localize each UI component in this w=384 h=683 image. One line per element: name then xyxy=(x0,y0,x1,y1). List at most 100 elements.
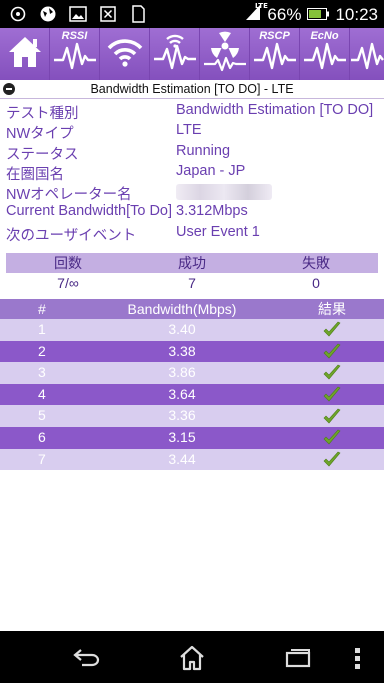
clock: 10:23 xyxy=(335,4,378,24)
check-icon xyxy=(323,321,341,337)
info-key: 次のユーザイベント xyxy=(6,227,137,244)
notification-icons xyxy=(8,4,148,24)
info-key: 在圏国名 xyxy=(6,166,64,183)
info-value: Bandwidth Estimation [TO DO] xyxy=(176,102,374,118)
row-bandwidth: 3.15 xyxy=(168,428,196,445)
wifi-wave-button[interactable] xyxy=(150,28,200,80)
status-bar: LTE 66% 10:23 xyxy=(0,0,384,28)
menu-button[interactable] xyxy=(348,645,368,671)
rssi-button[interactable]: RSSI xyxy=(50,28,100,80)
summary-value: 0 xyxy=(312,275,320,291)
results-header: # Bandwidth(Mbps) 結果 xyxy=(0,299,384,319)
more-wave-icon xyxy=(350,32,384,76)
wifi-button[interactable] xyxy=(100,28,150,80)
info-key: ステータス xyxy=(6,146,79,163)
info-value: Running xyxy=(176,142,231,159)
home-icon xyxy=(7,35,43,73)
check-icon xyxy=(323,386,341,402)
wifi-icon xyxy=(106,37,144,71)
info-value: 3.312Mbps xyxy=(176,203,248,220)
info-row: 在圏国名 Japan - JP xyxy=(0,162,384,183)
header-bandwidth: Bandwidth(Mbps) xyxy=(127,301,237,317)
summary-header: 成功 xyxy=(178,255,206,271)
row-bandwidth: 3.36 xyxy=(168,407,196,424)
table-row: 5 3.36 xyxy=(0,405,384,427)
row-result xyxy=(280,341,384,363)
notification-circle-icon xyxy=(8,4,28,24)
results-table: # Bandwidth(Mbps) 結果 1 3.40 2 3.38 3 3.86 4 3.6… xyxy=(0,299,384,471)
info-table: テスト種別 Bandwidth Estimation [TO DO] NWタイプ… xyxy=(0,101,384,244)
home-nav-icon xyxy=(180,645,204,671)
row-bandwidth: 3.38 xyxy=(168,342,196,359)
info-key: テスト種別 xyxy=(6,106,79,122)
table-row: 1 3.40 xyxy=(0,319,384,341)
info-value: User Event 1 xyxy=(176,223,260,240)
signal-icon xyxy=(245,3,261,26)
info-row: Current Bandwidth[To Do] 3.312Mbps xyxy=(0,202,384,222)
info-row: 次のユーザイベント User Event 1 xyxy=(0,223,384,244)
info-row: ステータス Running xyxy=(0,142,384,163)
info-row: NWオペレーター名 xyxy=(0,182,384,204)
info-row: NWタイプ LTE xyxy=(0,121,384,143)
recent-apps-icon xyxy=(285,649,311,668)
info-value: Japan - JP xyxy=(176,162,246,179)
table-row: 4 3.64 xyxy=(0,383,384,406)
toolbar: RSSI RSCP EcNo xyxy=(0,28,384,80)
row-number: 7 xyxy=(38,450,46,467)
navigation-bar xyxy=(0,631,384,683)
info-key: NWオペレーター名 xyxy=(6,187,132,204)
radiation-button[interactable] xyxy=(200,28,250,80)
check-icon xyxy=(323,429,341,445)
more-button[interactable] xyxy=(350,28,384,80)
row-number: 6 xyxy=(38,428,46,445)
row-number: 1 xyxy=(38,321,46,337)
recent-apps-button[interactable] xyxy=(284,645,312,671)
row-number: 4 xyxy=(38,385,46,402)
row-number: 2 xyxy=(38,342,46,359)
row-result xyxy=(280,405,384,427)
row-result xyxy=(280,427,384,449)
image-icon xyxy=(68,4,88,24)
row-bandwidth: 3.64 xyxy=(168,385,196,402)
check-icon xyxy=(323,408,341,424)
table-row: 7 3.44 xyxy=(0,448,384,471)
title-bar: Bandwidth Estimation [TO DO] - LTE xyxy=(0,80,384,99)
check-icon xyxy=(323,343,341,359)
table-row: 6 3.15 xyxy=(0,426,384,449)
ecno-button[interactable]: EcNo xyxy=(300,28,350,80)
summary-header: 回数 xyxy=(54,255,82,271)
overflow-menu-icon xyxy=(355,648,360,669)
row-bandwidth: 3.44 xyxy=(168,450,196,467)
header-result: 結果 xyxy=(318,301,346,317)
page-title: Bandwidth Estimation [TO DO] - LTE xyxy=(90,82,294,96)
back-icon xyxy=(73,649,100,667)
row-bandwidth: 3.86 xyxy=(168,364,196,381)
table-row: 2 3.38 xyxy=(0,340,384,363)
row-result xyxy=(280,362,384,384)
row-number: 3 xyxy=(38,364,46,381)
home-button[interactable] xyxy=(0,28,50,80)
check-icon xyxy=(323,365,341,380)
check-icon xyxy=(323,451,341,467)
close-box-icon xyxy=(98,4,118,24)
info-row: テスト種別 Bandwidth Estimation [TO DO] xyxy=(0,101,384,122)
wifi-wave-icon xyxy=(153,32,197,76)
row-number: 5 xyxy=(38,407,46,424)
redacted-operator-name xyxy=(176,184,272,201)
summary-header: 失敗 xyxy=(302,255,330,271)
row-bandwidth: 3.40 xyxy=(168,321,196,337)
summary-table: 回数 成功 失敗 7/∞ 7 0 xyxy=(6,253,378,293)
summary-value: 7/∞ xyxy=(57,275,79,291)
rscp-button[interactable]: RSCP xyxy=(250,28,300,80)
table-row: 3 3.86 xyxy=(0,362,384,384)
home-nav-button[interactable] xyxy=(178,645,206,671)
radiation-icon xyxy=(203,30,247,78)
info-value: LTE xyxy=(176,122,202,139)
info-key: NWタイプ xyxy=(6,126,74,143)
header-number: # xyxy=(38,301,46,317)
sd-card-icon xyxy=(128,4,148,24)
info-key: Current Bandwidth[To Do] xyxy=(6,203,173,220)
back-button[interactable] xyxy=(72,645,100,671)
battery-percent: 66% xyxy=(267,4,302,24)
row-result xyxy=(280,449,384,471)
